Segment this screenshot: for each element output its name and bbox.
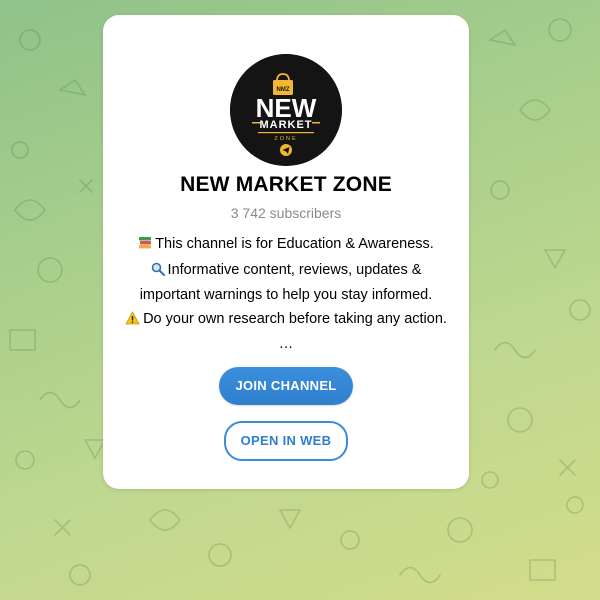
channel-description: This channel is for Education & Awarenes… [111,233,461,357]
description-text: Do your own research before taking any a… [143,310,447,327]
logo-word-market: MARKET [259,119,312,131]
description-text: … [278,336,294,352]
description-line: important warnings to help you stay info… [111,284,461,308]
description-line: … [111,333,461,357]
description-line: Do your own research before taking any a… [111,308,461,334]
telegram-plane-icon [280,144,292,156]
description-text: important warnings to help you stay info… [139,287,433,303]
open-in-web-button[interactable]: OPEN IN WEB [224,421,348,461]
join-channel-button[interactable]: JOIN CHANNEL [219,367,353,405]
description-line: This channel is for Education & Awarenes… [111,233,461,259]
warning-icon [125,310,140,334]
magnifier-icon [151,261,165,285]
subscriber-count: 3 742 subscribers [230,205,342,221]
books-icon [138,235,152,259]
channel-avatar: NMZ NEW MARKET ZONE [230,54,342,166]
channel-title: NEW MARKET ZONE [180,173,392,196]
channel-card: NMZ NEW MARKET ZONE NEW MARKET ZONE 3 74… [103,15,469,489]
description-text: Informative content, reviews, updates & [167,261,422,278]
description-text: This channel is for Education & Awarenes… [155,236,434,252]
logo-word-zone: ZONE [274,136,297,142]
description-line: Informative content, reviews, updates & [111,259,461,285]
